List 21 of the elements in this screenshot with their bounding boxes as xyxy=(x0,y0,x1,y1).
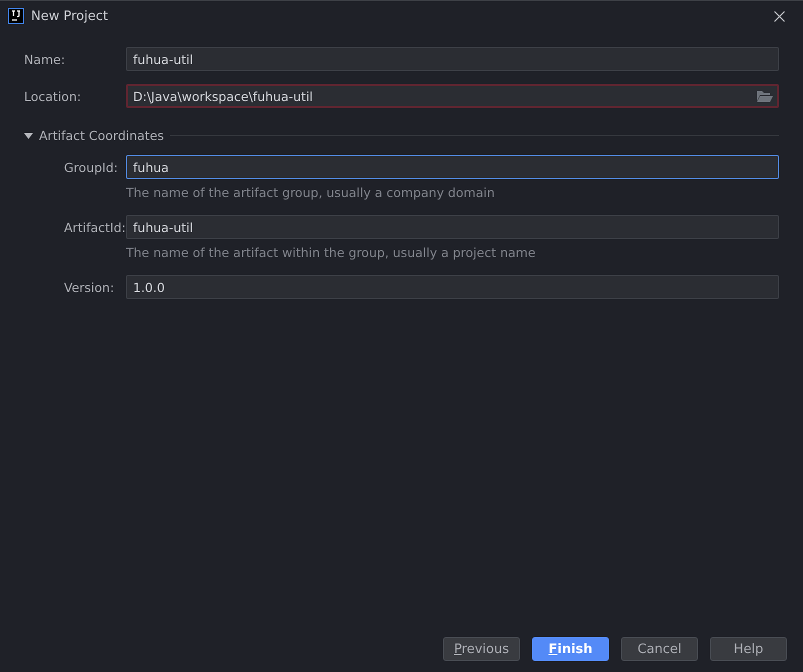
field-label: GroupId: xyxy=(64,160,119,174)
window-title: New Project xyxy=(31,8,109,24)
close-icon[interactable] xyxy=(774,10,785,22)
text-field[interactable]: fuhua-util xyxy=(126,215,779,239)
expand-arrow-icon[interactable] xyxy=(24,132,33,138)
hint-text: The name of the artifact within the group, usually a project name xyxy=(126,245,537,262)
app-logo-icon xyxy=(8,8,24,24)
field-label: Version: xyxy=(64,280,116,294)
dialog-button[interactable]: Previous xyxy=(443,637,520,661)
text-field[interactable]: fuhua-util xyxy=(126,47,779,71)
text-field[interactable]: D:\Java\workspace\fuhua-util xyxy=(126,84,779,108)
dialog-button[interactable]: Cancel xyxy=(621,637,698,661)
dialog-button[interactable]: Help xyxy=(710,637,787,661)
text-field[interactable]: 1.0.0 xyxy=(126,275,779,299)
section-title[interactable]: Artifact Coordinates xyxy=(39,128,164,143)
folder-icon[interactable] xyxy=(757,90,773,102)
text-field[interactable]: fuhua xyxy=(126,155,779,179)
field-label: ArtifactId: xyxy=(64,220,126,234)
field-label: Location: xyxy=(24,88,82,104)
hint-text: The name of the artifact group, usually a company domain xyxy=(126,185,496,202)
field-label: Name: xyxy=(24,52,66,66)
